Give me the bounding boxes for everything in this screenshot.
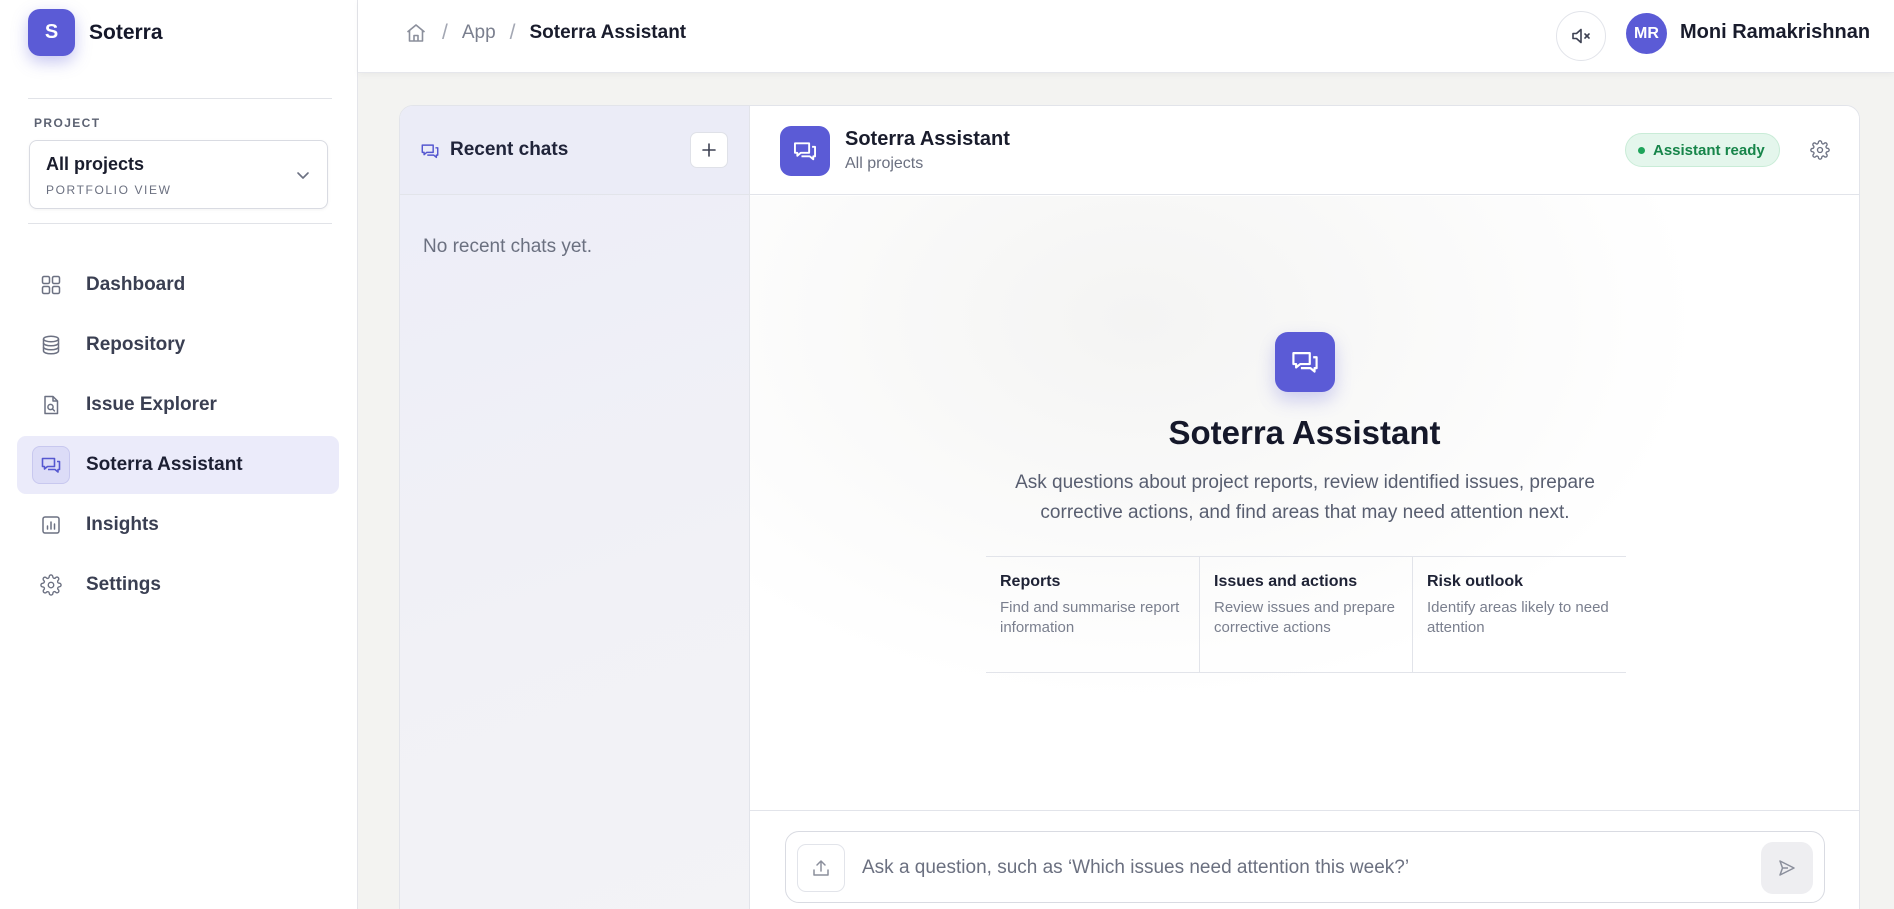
upload-button[interactable] — [797, 844, 845, 892]
breadcrumb-app[interactable]: App — [462, 22, 496, 44]
breadcrumb-separator: / — [442, 21, 448, 44]
chat-area: Soterra Assistant All projects Assistant… — [750, 106, 1859, 909]
send-icon — [1777, 858, 1797, 878]
sidebar-item-settings[interactable]: Settings — [17, 556, 339, 614]
project-label: PROJECT — [34, 116, 101, 130]
capability-description: Review issues and prepare corrective act… — [1214, 599, 1395, 636]
status-dot — [1638, 146, 1645, 154]
recent-chats-header: Recent chats — [400, 106, 749, 195]
sidebar-divider — [28, 98, 332, 99]
brand-name: Soterra — [89, 20, 163, 44]
brand-logo: S — [28, 9, 75, 56]
sidebar-item-issue-explorer[interactable]: Issue Explorer — [17, 376, 339, 434]
status-badge: Assistant ready — [1625, 133, 1780, 167]
message-input[interactable] — [862, 848, 1742, 888]
gear-icon — [32, 566, 70, 604]
capability-title: Issues and actions — [1214, 573, 1358, 590]
recent-chats-panel: Recent chats No recent chats yet. — [400, 106, 750, 909]
chat-welcome: Soterra Assistant Ask questions about pr… — [750, 196, 1859, 810]
sidebar-nav: Dashboard Repository Issue Explorer Sote… — [17, 256, 339, 616]
status-text: Assistant ready — [1653, 141, 1765, 159]
file-search-icon — [32, 386, 70, 424]
upload-icon — [811, 858, 831, 878]
sidebar-item-dashboard[interactable]: Dashboard — [17, 256, 339, 314]
sidebar-item-soterra-assistant[interactable]: Soterra Assistant — [17, 436, 339, 494]
speaker-muted-icon — [1569, 24, 1593, 48]
chat-header: Soterra Assistant All projects Assistant… — [750, 106, 1859, 195]
capability-description: Find and summarise report information — [1000, 599, 1180, 636]
sidebar-item-label: Dashboard — [86, 274, 186, 295]
grid-icon — [32, 266, 70, 304]
chat-scope: All projects — [845, 155, 924, 172]
capability-title: Reports — [1000, 573, 1061, 590]
user-name[interactable]: Moni Ramakrishnan — [1680, 21, 1870, 44]
chevron-down-icon — [295, 167, 311, 183]
capability-reports: Reports Find and summarise report inform… — [986, 557, 1199, 672]
chat-bubbles-icon — [1290, 347, 1320, 377]
sidebar-item-label: Insights — [86, 514, 159, 535]
assistant-panel: Recent chats No recent chats yet. Soterr… — [399, 105, 1860, 909]
sidebar-item-label: Soterra Assistant — [86, 454, 243, 475]
capability-risk-outlook: Risk outlook Identify areas likely to ne… — [1412, 557, 1625, 672]
welcome-description: Ask questions about project reports, rev… — [1015, 472, 1595, 523]
capability-title: Risk outlook — [1427, 573, 1524, 590]
new-chat-button[interactable] — [690, 132, 728, 168]
sidebar-item-label: Repository — [86, 334, 186, 355]
breadcrumb: / App / Soterra Assistant — [404, 20, 686, 46]
mute-button[interactable] — [1556, 11, 1606, 61]
capabilities: Reports Find and summarise report inform… — [986, 556, 1626, 673]
sidebar-item-insights[interactable]: Insights — [17, 496, 339, 554]
capability-issues-actions: Issues and actions Review issues and pre… — [1199, 557, 1412, 672]
send-button[interactable] — [1761, 842, 1813, 894]
breadcrumb-current: Soterra Assistant — [529, 22, 687, 43]
chat-bubbles-icon — [32, 446, 70, 484]
home-icon[interactable] — [404, 21, 428, 45]
breadcrumb-separator: / — [509, 21, 516, 44]
database-icon — [32, 326, 70, 364]
topbar: / App / Soterra Assistant MR Moni Ramakr… — [358, 0, 1894, 73]
project-select[interactable]: All projects PORTFOLIO VIEW — [29, 140, 328, 209]
project-select-value: All projects — [46, 154, 145, 174]
empty-chats-message: No recent chats yet. — [423, 236, 592, 257]
sidebar-item-label: Settings — [86, 574, 161, 595]
chat-bubbles-icon — [792, 138, 818, 164]
sidebar-divider — [28, 223, 332, 224]
gear-icon[interactable] — [1810, 140, 1830, 160]
assistant-hero-logo — [1275, 332, 1335, 392]
sidebar-item-repository[interactable]: Repository — [17, 316, 339, 374]
plus-icon — [701, 142, 717, 158]
sidebar: S Soterra PROJECT All projects PORTFOLIO… — [0, 0, 358, 909]
capability-description: Identify areas likely to need attention — [1427, 599, 1609, 636]
brand[interactable]: S Soterra — [28, 9, 163, 56]
avatar[interactable]: MR — [1626, 13, 1667, 54]
chat-title: Soterra Assistant — [845, 128, 1010, 150]
welcome-title: Soterra Assistant — [1168, 414, 1441, 451]
sidebar-item-label: Issue Explorer — [86, 394, 217, 415]
project-select-subtitle: PORTFOLIO VIEW — [46, 183, 172, 197]
recent-chats-title: Recent chats — [450, 139, 569, 160]
composer — [785, 831, 1825, 903]
composer-area — [750, 810, 1859, 909]
assistant-logo — [780, 126, 830, 176]
chat-bubbles-icon — [420, 141, 440, 161]
bar-chart-icon — [32, 506, 70, 544]
